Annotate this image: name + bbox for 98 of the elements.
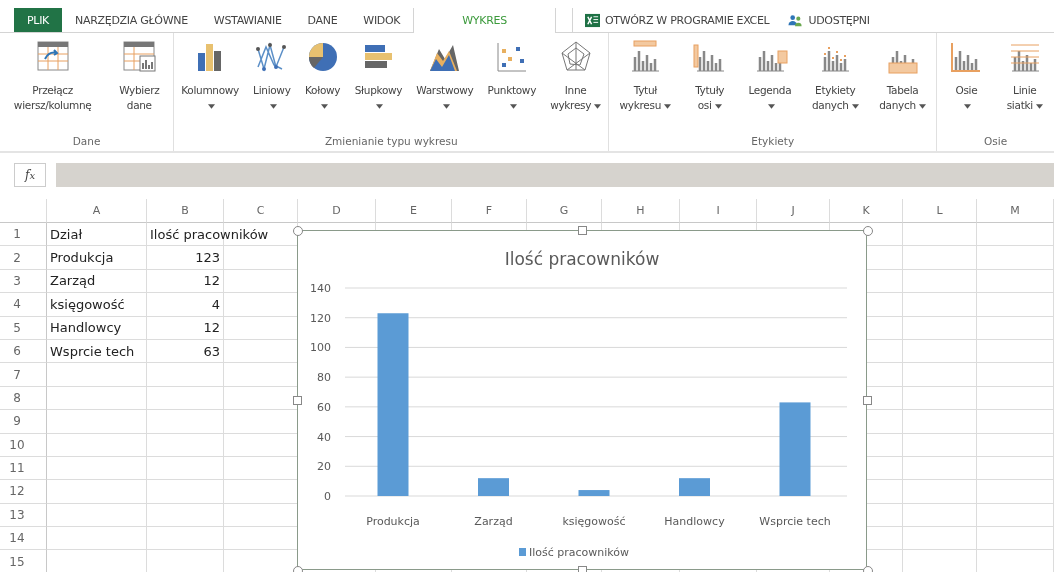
ribbon-tab[interactable]: NARZĘDZIA GŁÓWNE <box>62 8 201 32</box>
cell-text: 123 <box>195 250 220 266</box>
axis-label: 80 <box>317 371 331 385</box>
resize-handle[interactable] <box>863 226 873 236</box>
ribbon-tab[interactable]: WYKRES <box>413 8 556 33</box>
formula-field[interactable] <box>56 163 1054 187</box>
row-header[interactable]: 2 <box>0 246 47 270</box>
column-header[interactable]: F <box>452 199 527 223</box>
group-label: Zmienianie typu wykresu <box>324 135 458 147</box>
row-header[interactable]: 14 <box>0 527 47 551</box>
row-header[interactable]: 5 <box>0 316 47 340</box>
cell-text: 4 <box>211 296 220 312</box>
cell-text: Zarząd <box>50 273 96 289</box>
ribbon-tab[interactable]: PLIK <box>14 8 63 32</box>
row-header[interactable]: 8 <box>0 386 47 411</box>
axis-label: 100 <box>310 341 331 355</box>
column-header[interactable]: C <box>224 199 298 223</box>
row-header[interactable]: 11 <box>0 456 47 481</box>
chart-bar <box>578 490 610 496</box>
column-header[interactable]: A <box>47 199 147 223</box>
row-header[interactable]: 1 <box>0 223 47 247</box>
ribbon-button[interactable]: Słupkowy <box>353 33 404 113</box>
column-header[interactable]: K <box>830 199 903 223</box>
column-header[interactable]: E <box>376 199 452 223</box>
ribbon-action[interactable]: UDOSTĘPNI <box>806 13 886 27</box>
ribbon-tab[interactable]: WSTAWIANIE <box>200 8 295 32</box>
ribbon-button[interactable]: Tytuł wykresu <box>618 33 673 113</box>
group-label: Dane <box>72 135 101 147</box>
legend-swatch <box>519 548 526 556</box>
axis-label: 140 <box>310 282 331 295</box>
select-all-corner[interactable] <box>0 199 47 223</box>
column-header[interactable]: M <box>977 199 1054 223</box>
ribbon-action[interactable]: OTWÓRZ W PROGRAMIE EXCEL <box>602 13 786 27</box>
ribbon-button[interactable]: Tabela danych <box>878 33 927 113</box>
resize-handle[interactable] <box>293 396 302 405</box>
ribbon-button[interactable]: Kolumnowy <box>180 33 241 113</box>
resize-handle[interactable] <box>578 226 587 235</box>
column-header[interactable]: B <box>147 199 224 223</box>
axis-label: 0 <box>324 490 331 503</box>
axis-label: Handlowcy <box>664 515 725 528</box>
axis-label: Produkcja <box>366 515 420 528</box>
axis-label: Wsprcie tech <box>759 515 831 528</box>
column-header[interactable]: L <box>903 199 977 223</box>
ribbon-button[interactable]: Tytuły osi <box>690 33 729 113</box>
axis-label: Zarząd <box>474 515 513 528</box>
resize-handle[interactable] <box>293 226 303 236</box>
ribbon-button[interactable]: Wybierz dane <box>118 33 161 113</box>
cell-text: Handlowcy <box>50 320 122 336</box>
spreadsheet-logo-icon <box>584 12 600 28</box>
ribbon-tab[interactable]: WIDOK <box>350 8 414 32</box>
legend-label: Ilość pracowników <box>529 546 630 559</box>
row-header[interactable]: 3 <box>0 269 47 294</box>
column-header[interactable]: D <box>298 199 376 223</box>
group-label: Osie <box>984 135 1008 147</box>
chart-title: Ilość pracowników <box>504 249 660 269</box>
row-header[interactable]: 10 <box>0 433 47 457</box>
cell-text: Dział <box>50 226 83 242</box>
ribbon-button[interactable]: Warstwowy <box>415 33 475 113</box>
row-header[interactable]: 15 <box>0 550 47 572</box>
ribbon-button[interactable]: Przełącz wiersz/kolumnę <box>12 33 93 113</box>
cell-text: Ilość pracowników <box>150 226 269 242</box>
row-header[interactable]: 7 <box>0 363 47 387</box>
chart-bar <box>478 478 509 496</box>
row-header[interactable]: 4 <box>0 293 47 317</box>
cell-text: Produkcja <box>50 250 114 266</box>
cell-text: 12 <box>203 273 220 289</box>
chart-bar <box>679 478 710 496</box>
row-header[interactable]: 9 <box>0 410 47 434</box>
people-icon <box>788 12 804 28</box>
column-header[interactable]: I <box>680 199 757 223</box>
ribbon-button[interactable]: Linie siatki <box>1005 33 1044 113</box>
chart-area[interactable]: Ilość pracowników 0 20 40 60 80 100 120 140 Produkcja Zarząd księgowość Handlowcy Wsprcie tech Ilość pracowników <box>297 230 867 570</box>
ribbon-button[interactable]: Liniowy <box>252 33 292 113</box>
row-header[interactable]: 13 <box>0 503 47 528</box>
axis-label: 20 <box>317 460 331 474</box>
cell-text: 63 <box>203 343 220 359</box>
ribbon-button[interactable]: Legenda <box>747 33 793 113</box>
ribbon-button[interactable]: Osie <box>947 33 986 113</box>
row-header[interactable]: 6 <box>0 339 47 364</box>
row-header[interactable]: 12 <box>0 480 47 504</box>
column-header[interactable]: H <box>602 199 680 223</box>
cell-text: księgowość <box>50 296 125 312</box>
column-header[interactable]: G <box>527 199 602 223</box>
cell-text: 12 <box>203 320 220 336</box>
resize-handle[interactable] <box>863 396 872 405</box>
axis-label: 120 <box>310 311 331 325</box>
ribbon-button[interactable]: Kołowy <box>303 33 342 113</box>
ribbon-button[interactable]: Etykiety danych <box>810 33 860 113</box>
cell-text: Wsprcie tech <box>50 343 135 359</box>
axis-label: 60 <box>317 400 331 414</box>
group-label: Etykiety <box>751 135 795 147</box>
ribbon-tab[interactable]: DANE <box>294 8 351 32</box>
axis-label: księgowość <box>562 515 626 528</box>
table-chart-icon <box>121 39 158 75</box>
ribbon-button[interactable]: Inne wykresy <box>549 33 603 113</box>
axis-label: 40 <box>317 430 331 444</box>
ribbon-button[interactable]: Punktowy <box>486 33 538 113</box>
column-header[interactable]: J <box>757 199 830 223</box>
